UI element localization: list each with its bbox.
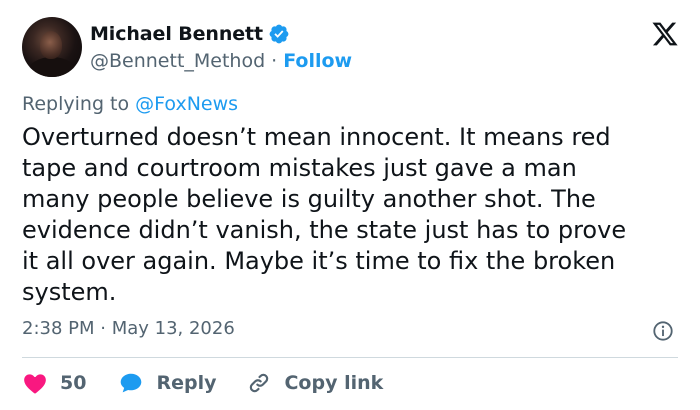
copy-link-button[interactable]: Copy link	[246, 370, 383, 396]
like-button[interactable]: 50	[22, 370, 86, 396]
author-handle[interactable]: @Bennett_Method	[90, 50, 265, 72]
handle-separator: ·	[271, 50, 278, 72]
replying-to: Replying to @FoxNews	[22, 93, 238, 115]
copy-link-label: Copy link	[284, 372, 384, 394]
follow-button[interactable]: Follow	[283, 50, 352, 72]
reply-button[interactable]: Reply	[118, 370, 216, 396]
avatar[interactable]	[22, 17, 82, 77]
action-bar: 50 Reply Copy link	[22, 370, 413, 396]
tweet-text: Overturned doesn’t mean innocent. It mea…	[22, 123, 627, 306]
reply-label: Reply	[156, 372, 217, 394]
avatar-face	[40, 31, 62, 59]
replying-to-prefix: Replying to	[22, 93, 136, 115]
author-handle-row: @Bennett_Method · Follow	[90, 49, 352, 73]
info-icon[interactable]	[652, 320, 674, 342]
verified-badge-icon	[269, 24, 289, 44]
author-display-name[interactable]: Michael Bennett	[90, 23, 263, 45]
replying-to-mention[interactable]: @FoxNews	[135, 93, 238, 115]
like-count: 50	[60, 372, 87, 394]
avatar-shoulders	[28, 57, 76, 77]
link-icon	[250, 373, 269, 393]
divider	[22, 357, 678, 358]
tweet-timestamp[interactable]: 2:38 PM · May 13, 2026	[22, 318, 235, 339]
author-name-row: Michael Bennett	[90, 22, 290, 46]
speech-bubble-icon	[121, 373, 142, 393]
x-logo-icon[interactable]	[650, 20, 680, 48]
heart-icon	[24, 374, 46, 394]
